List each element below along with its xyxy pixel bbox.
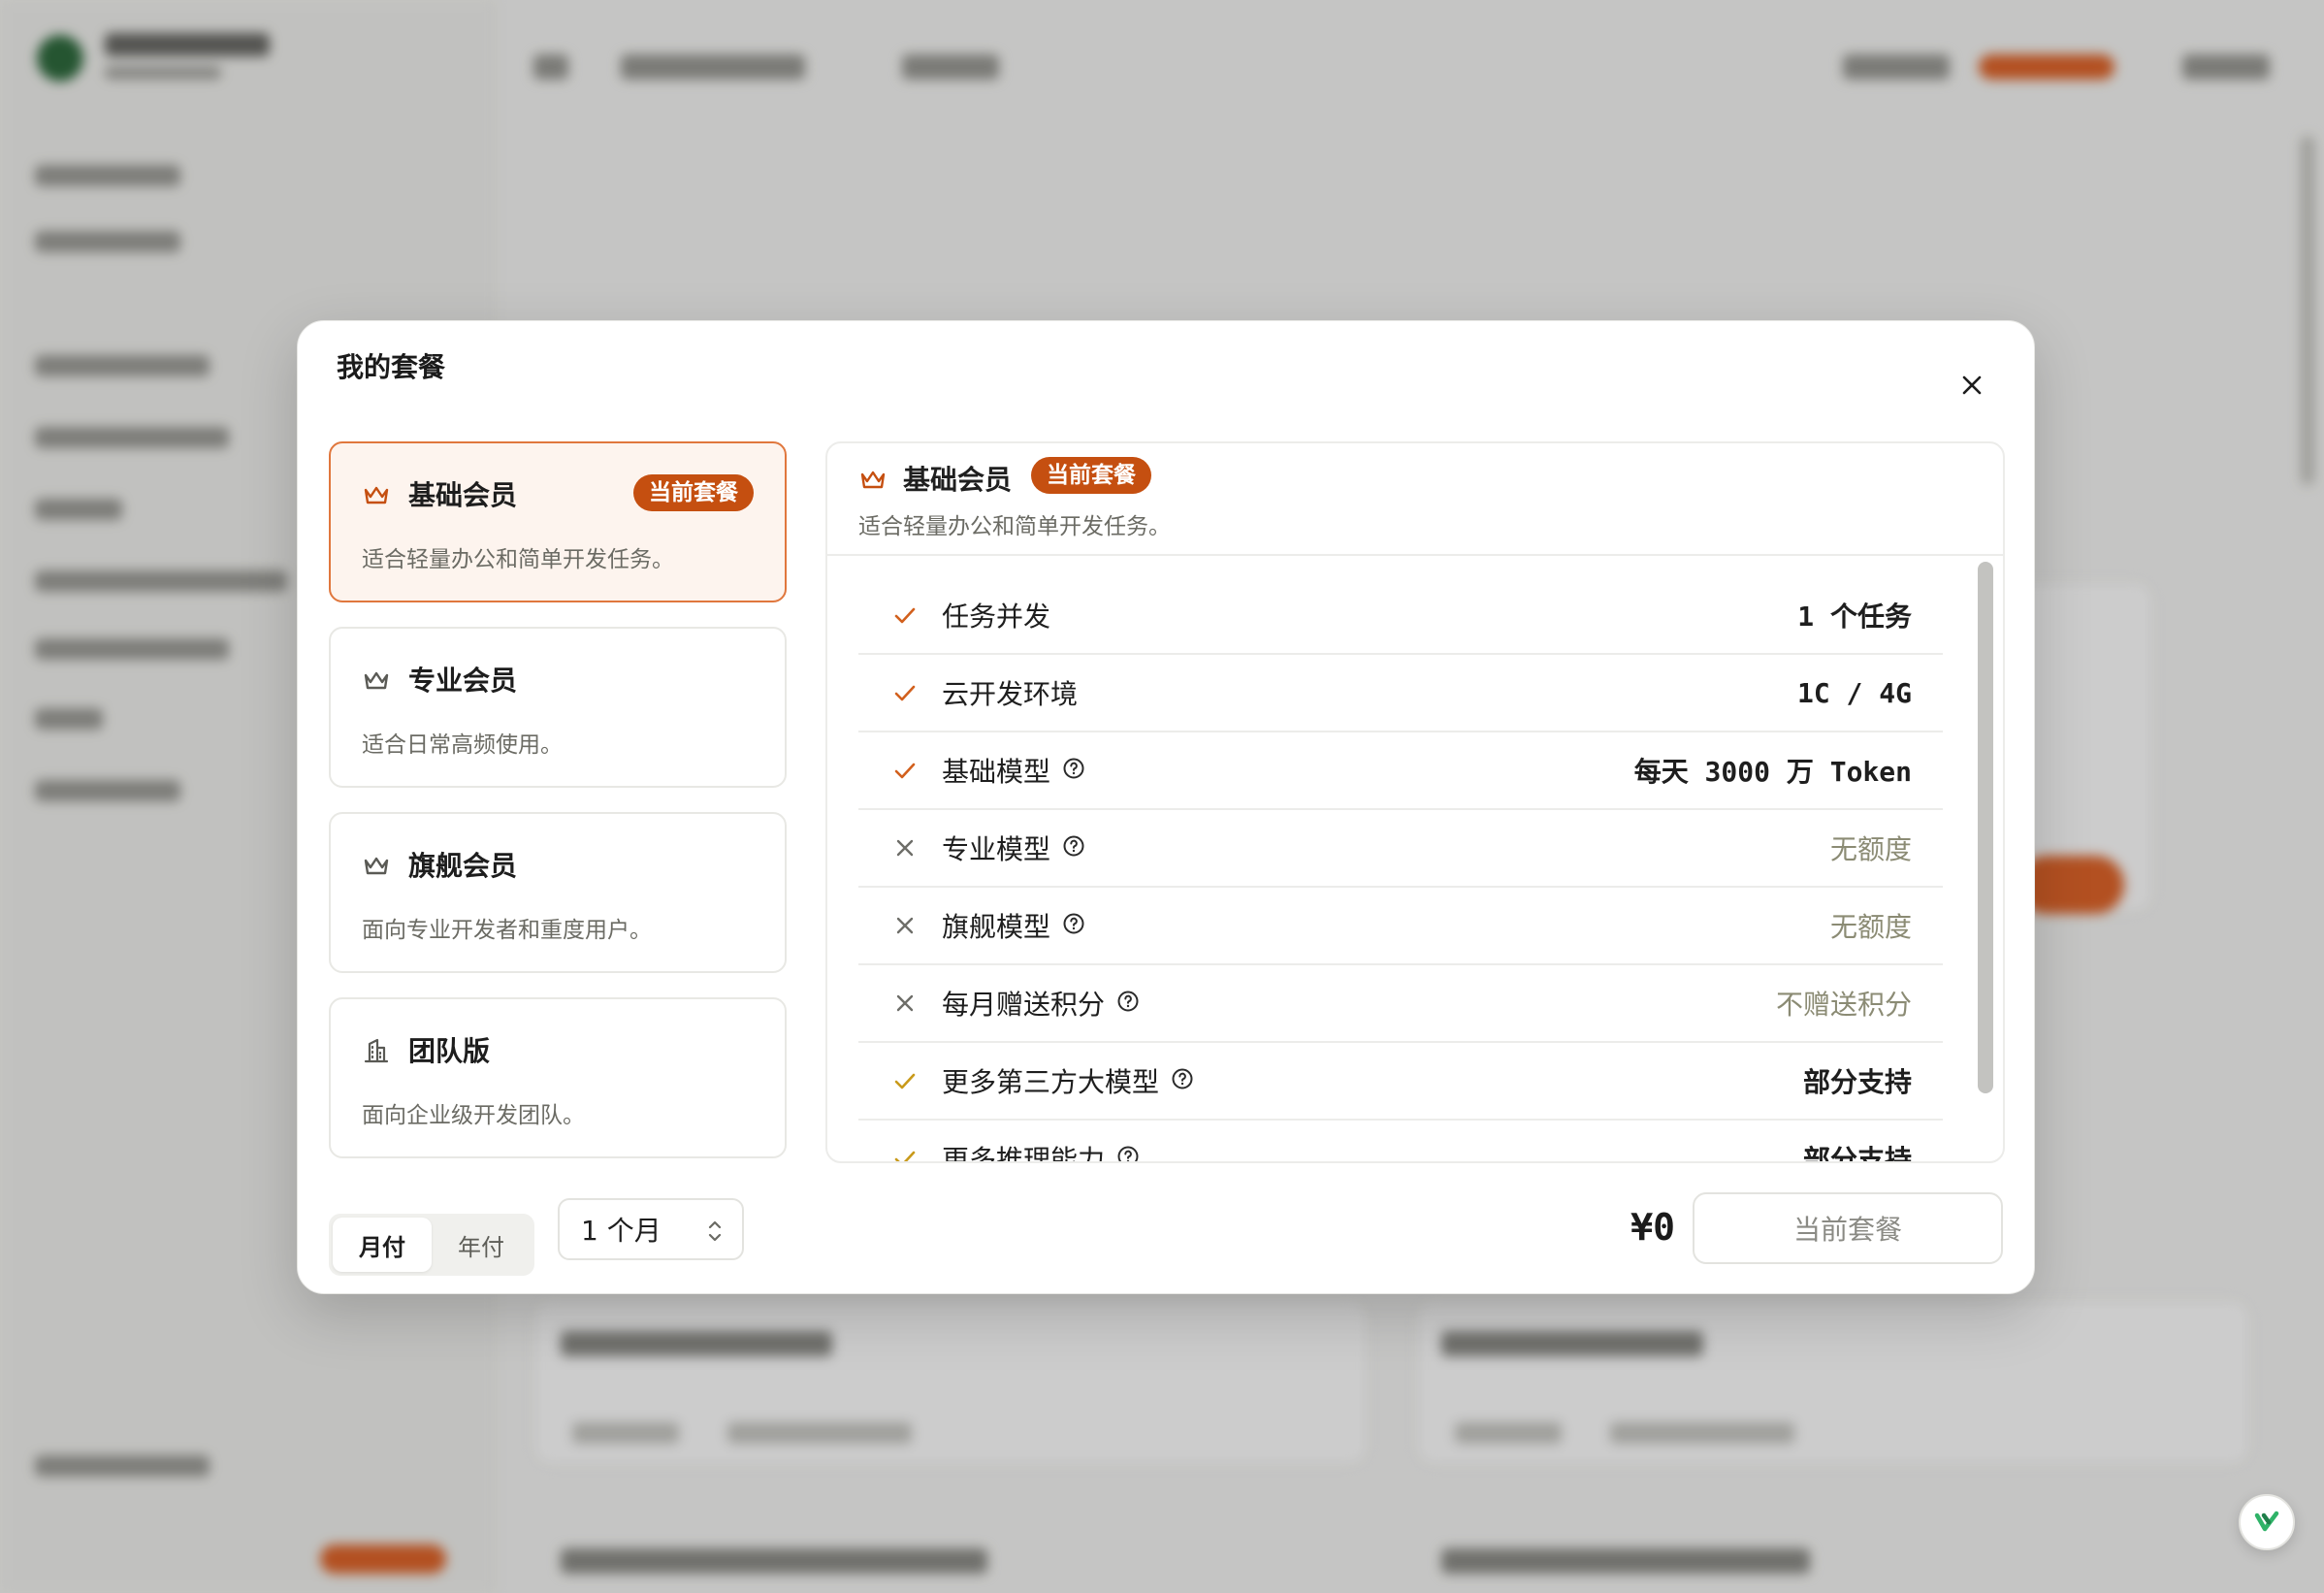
feature-value: 每天 3000 万 Token — [1633, 756, 1912, 788]
feature-row: 任务并发 1 个任务 — [858, 577, 1943, 655]
feature-label: 基础模型 — [942, 751, 1085, 790]
feature-row: 云开发环境 1C / 4G — [858, 655, 1943, 732]
duration-select[interactable]: 1 个月 — [558, 1198, 744, 1260]
feature-value: 1 个任务 — [1797, 601, 1912, 633]
help-icon[interactable] — [1159, 1065, 1194, 1097]
close-button[interactable] — [1953, 366, 1991, 405]
plan-name: 基础会员 — [408, 479, 518, 511]
crown-icon — [364, 671, 389, 690]
feature-row: 专业模型 无额度 — [858, 810, 1943, 888]
feature-label-text: 旗舰模型 — [942, 911, 1051, 943]
current-plan-button[interactable]: 当前套餐 — [1693, 1192, 2003, 1264]
feature-label: 更多推理能力 — [942, 1139, 1140, 1163]
assistant-button[interactable] — [2239, 1494, 2295, 1550]
check-icon — [888, 753, 922, 788]
plan-name: 专业会员 — [408, 665, 518, 697]
detail-plan-desc: 适合轻量办公和简单开发任务。 — [858, 514, 1171, 539]
feature-label-text: 基础模型 — [942, 756, 1051, 788]
help-icon[interactable] — [1050, 910, 1085, 942]
price: ¥0 — [1630, 1206, 1675, 1249]
feature-row: 更多第三方大模型 部分支持 — [858, 1043, 1943, 1121]
close-icon — [1962, 375, 1982, 395]
feature-label-text: 专业模型 — [942, 833, 1051, 865]
feature-value: 部分支持 — [1802, 1144, 1912, 1163]
crown-icon — [364, 486, 389, 504]
feature-row: 基础模型 每天 3000 万 Token — [858, 732, 1943, 810]
feature-list: 任务并发 1 个任务云开发环境 1C / 4G 基础模型 每天 3000 万 Token… — [858, 556, 1943, 1163]
cross-icon — [888, 986, 922, 1021]
feature-label: 专业模型 — [942, 829, 1085, 867]
feature-label: 更多第三方大模型 — [942, 1061, 1194, 1100]
help-icon[interactable] — [1105, 1143, 1140, 1161]
feature-label: 每月赠送积分 — [942, 984, 1140, 1023]
help-icon[interactable] — [1050, 755, 1085, 787]
modal-title: 我的套餐 — [337, 351, 446, 383]
feature-label-text: 云开发环境 — [942, 678, 1079, 710]
plan-desc: 面向企业级开发团队。 — [362, 1103, 585, 1128]
assistant-logo-icon — [2254, 1511, 2279, 1532]
feature-value: 不赠送积分 — [1775, 989, 1912, 1021]
check-icon — [888, 1141, 922, 1161]
check-icon — [888, 1063, 922, 1098]
help-icon[interactable] — [1105, 988, 1140, 1020]
plan-modal: 我的套餐 基础会员 当前套餐 适合轻量办公和简单开发任务。 专业会员 适合日常高… — [297, 320, 2035, 1294]
feature-label-text: 更多推理能力 — [942, 1144, 1106, 1163]
feature-label-text: 更多第三方大模型 — [942, 1066, 1160, 1098]
billing-yearly-button[interactable]: 年付 — [432, 1218, 531, 1272]
help-icon[interactable] — [1050, 832, 1085, 864]
feature-value: 1C / 4G — [1796, 676, 1912, 709]
chevron-up-down-icon — [708, 1220, 722, 1242]
billing-monthly-button[interactable]: 月付 — [333, 1218, 432, 1272]
plan-name: 旗舰会员 — [408, 850, 518, 882]
cross-icon — [888, 830, 922, 865]
plan-name: 团队版 — [408, 1035, 491, 1067]
feature-scrollbar[interactable] — [1978, 562, 1993, 1155]
crown-icon — [860, 471, 886, 489]
plan-desc: 面向专业开发者和重度用户。 — [362, 918, 652, 943]
feature-label-text: 任务并发 — [942, 601, 1051, 633]
feature-row: 每月赠送积分 不赠送积分 — [858, 965, 1943, 1043]
scrollbar-thumb[interactable] — [1978, 562, 1993, 1093]
feature-label: 云开发环境 — [942, 673, 1078, 712]
current-plan-badge: 当前套餐 — [633, 474, 754, 511]
detail-header: 基础会员 当前套餐 适合轻量办公和简单开发任务。 — [827, 443, 2003, 556]
feature-value: 无额度 — [1829, 911, 1912, 943]
feature-value: 部分支持 — [1802, 1066, 1912, 1098]
plan-list: 基础会员 当前套餐 适合轻量办公和简单开发任务。 专业会员 适合日常高频使用。 … — [329, 441, 787, 1183]
check-icon — [888, 598, 922, 633]
plan-card-pro[interactable]: 专业会员 适合日常高频使用。 — [329, 627, 787, 788]
check-icon — [888, 675, 922, 710]
plan-card-team[interactable]: 团队版 面向企业级开发团队。 — [329, 997, 787, 1158]
feature-row: 旗舰模型 无额度 — [858, 888, 1943, 965]
plan-card-flagship[interactable]: 旗舰会员 面向专业开发者和重度用户。 — [329, 812, 787, 973]
cross-icon — [888, 908, 922, 943]
detail-plan-name: 基础会员 — [903, 464, 1013, 496]
feature-label-text: 每月赠送积分 — [942, 989, 1106, 1021]
plan-desc: 适合轻量办公和简单开发任务。 — [362, 547, 674, 572]
duration-value: 1 个月 — [581, 1215, 662, 1247]
plan-detail-panel: 基础会员 当前套餐 适合轻量办公和简单开发任务。 任务并发 1 个任务云开发环境 1… — [825, 441, 2005, 1163]
feature-label: 任务并发 — [942, 596, 1050, 634]
feature-row: 更多推理能力 部分支持 — [858, 1121, 1943, 1163]
building-icon — [364, 1038, 389, 1063]
current-plan-badge: 当前套餐 — [1031, 457, 1151, 494]
billing-cycle-toggle: 月付 年付 — [329, 1214, 534, 1276]
feature-value: 无额度 — [1829, 833, 1912, 865]
crown-icon — [364, 857, 389, 875]
plan-desc: 适合日常高频使用。 — [362, 732, 563, 758]
feature-label: 旗舰模型 — [942, 906, 1085, 945]
plan-card-basic[interactable]: 基础会员 当前套餐 适合轻量办公和简单开发任务。 — [329, 441, 787, 602]
